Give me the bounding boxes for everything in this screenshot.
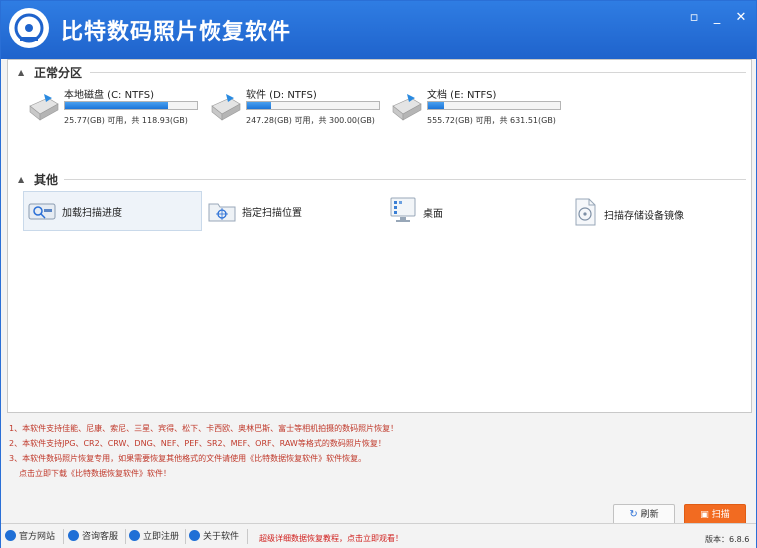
collapse-arrow-icon[interactable]: ▲	[18, 68, 24, 77]
download-link[interactable]: 点击立即下载《比特数据恢复软件》软件！	[9, 466, 609, 481]
note-line: 3、本软件数码照片恢复专用，如果需要恢复其他格式的文件请使用《比特数据恢复软件》…	[9, 454, 367, 463]
specify-scan-location-item[interactable]: 指定扫描位置	[204, 191, 383, 231]
app-title: 比特数码照片恢复软件	[61, 20, 292, 45]
load-scan-progress-label: 加载扫描进度	[62, 208, 122, 219]
about-link[interactable]: 关于软件	[189, 529, 239, 545]
version-label: 版本：6.8.6	[705, 535, 750, 544]
note-line: 2、本软件支持JPG、CR2、CRW、DNG、NEF、PEF、SR2、MEF、O…	[9, 439, 386, 448]
desktop-item[interactable]: 桌面	[385, 191, 564, 231]
scan-disk-image-label: 扫描存储设备镜像	[604, 211, 684, 222]
main-panel: ▲ 正常分区 本地磁盘 (C: NTFS) 25.77(GB) 可用，共 118…	[7, 59, 752, 413]
drive-item-d[interactable]: 软件 (D: NTFS) 247.28(GB) 可用，共 300.00(GB)	[208, 86, 383, 134]
drive-name: 软件 (D: NTFS)	[246, 90, 317, 101]
load-progress-icon	[28, 203, 56, 220]
collapse-arrow-icon[interactable]: ▲	[18, 175, 24, 184]
drive-name: 文档 (E: NTFS)	[427, 90, 497, 101]
info-icon	[189, 530, 200, 541]
status-divider	[185, 529, 186, 544]
user-icon	[129, 530, 140, 541]
customer-service-label: 咨询客服	[82, 532, 119, 542]
hard-drive-icon	[211, 94, 241, 121]
home-icon	[5, 530, 16, 541]
load-scan-progress-item[interactable]: 加载扫描进度	[23, 191, 202, 231]
app-window: 比特数码照片恢复软件 ▫ _ ✕ ▲ 正常分区 本地磁盘 (C: NTFS) 2…	[0, 0, 757, 548]
minimize-button[interactable]: _	[707, 9, 727, 27]
official-site-label: 官方网站	[19, 532, 56, 542]
status-divider	[63, 529, 64, 544]
close-button[interactable]: ✕	[731, 9, 751, 27]
status-divider	[125, 529, 126, 544]
tutorial-link[interactable]: 超级详细数据恢复教程，点击立即观看！	[259, 533, 403, 544]
drive-usage-bar	[64, 101, 198, 110]
status-divider	[247, 529, 248, 544]
drive-name: 本地磁盘 (C: NTFS)	[64, 90, 155, 101]
scan-disk-image-item[interactable]: 扫描存储设备镜像	[566, 191, 746, 231]
drive-usage-bar	[427, 101, 561, 110]
drive-size: 555.72(GB) 可用，共 631.51(GB)	[427, 116, 556, 125]
refresh-icon: ↻	[629, 509, 638, 520]
about-label: 关于软件	[203, 532, 240, 542]
section-divider	[90, 72, 746, 73]
customer-service-link[interactable]: 咨询客服	[68, 529, 118, 545]
hard-drive-icon	[29, 94, 59, 121]
restore-button[interactable]: ▫	[684, 9, 704, 27]
refresh-label: 刷新	[640, 510, 659, 520]
notes-area: 1、本软件支持佳能、尼康、索尼、三星、宾得、松下、卡西欧、奥林巴斯、富士等相机拍…	[9, 421, 609, 481]
drive-usage-fill	[65, 102, 168, 109]
drive-item-c[interactable]: 本地磁盘 (C: NTFS) 25.77(GB) 可用，共 118.93(GB)	[26, 86, 201, 134]
specify-scan-location-label: 指定扫描位置	[242, 208, 302, 219]
app-logo-icon	[9, 8, 49, 48]
register-link[interactable]: 立即注册	[129, 529, 179, 545]
chat-icon	[68, 530, 79, 541]
drive-usage-bar	[246, 101, 380, 110]
drive-usage-fill	[247, 102, 271, 109]
section-title-other: 其他	[34, 173, 59, 187]
scan-label: 扫描	[711, 510, 730, 520]
scan-icon: ▣	[700, 510, 709, 520]
section-divider	[64, 179, 746, 180]
hard-drive-icon	[392, 94, 422, 121]
status-bar: 官方网站 咨询客服 立即注册 关于软件 超级详细数据恢复教程，点击立即观看！ 版…	[1, 523, 756, 548]
desktop-label: 桌面	[423, 209, 443, 220]
drive-usage-fill	[428, 102, 444, 109]
drive-size: 25.77(GB) 可用，共 118.93(GB)	[64, 116, 188, 125]
disk-image-icon	[575, 198, 596, 226]
note-line: 1、本软件支持佳能、尼康、索尼、三星、宾得、松下、卡西欧、奥林巴斯、富士等相机拍…	[9, 424, 399, 433]
register-label: 立即注册	[143, 532, 180, 542]
desktop-icon	[390, 197, 416, 222]
drive-size: 247.28(GB) 可用，共 300.00(GB)	[246, 116, 375, 125]
title-bar: 比特数码照片恢复软件 ▫ _ ✕	[1, 1, 756, 59]
folder-target-icon	[208, 203, 236, 222]
drive-item-e[interactable]: 文档 (E: NTFS) 555.72(GB) 可用，共 631.51(GB)	[389, 86, 564, 134]
official-site-link[interactable]: 官方网站	[5, 529, 55, 545]
section-title-normal: 正常分区	[34, 66, 83, 80]
